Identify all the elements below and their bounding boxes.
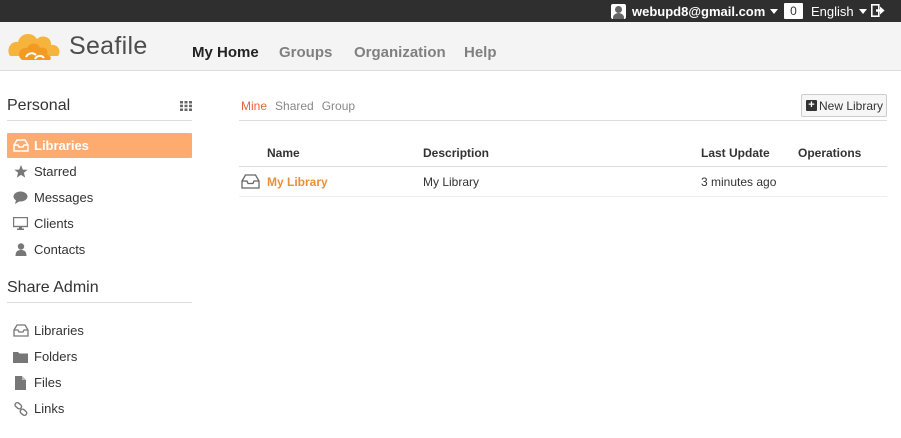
column-header-last-update[interactable]: Last Update xyxy=(701,146,770,160)
sidebar-item-clients[interactable]: Clients xyxy=(7,211,192,236)
nav-groups[interactable]: Groups xyxy=(279,44,332,61)
user-icon xyxy=(12,242,29,257)
sidebar-item-label: Files xyxy=(34,375,62,390)
library-icon xyxy=(241,174,260,189)
grid-icon[interactable] xyxy=(180,101,192,111)
nav-my-home[interactable]: My Home xyxy=(192,44,259,61)
sidebar-item-label: Contacts xyxy=(34,242,86,257)
divider xyxy=(239,196,887,197)
nav-help[interactable]: Help xyxy=(464,44,497,61)
sidebar-item-starred[interactable]: Starred xyxy=(7,159,192,184)
star-icon xyxy=(12,164,29,179)
column-header-operations: Operations xyxy=(798,146,862,160)
nav-organization[interactable]: Organization xyxy=(354,44,446,61)
sidebar-item-label: Starred xyxy=(34,164,77,179)
notification-count-badge[interactable]: 0 xyxy=(784,3,803,19)
divider xyxy=(7,120,192,121)
avatar-icon xyxy=(611,3,626,19)
new-library-label: New Library xyxy=(819,98,884,113)
personal-section-title: Personal xyxy=(7,97,71,114)
sidebar-item-messages[interactable]: Messages xyxy=(7,185,192,210)
sidebar-item-contacts[interactable]: Contacts xyxy=(7,237,192,262)
tab-mine[interactable]: Mine xyxy=(241,99,267,113)
divider xyxy=(239,120,887,121)
tab-group[interactable]: Group xyxy=(322,99,355,113)
monitor-icon xyxy=(12,216,29,231)
library-icon xyxy=(12,323,29,338)
library-icon xyxy=(12,138,29,153)
header: Seafile My Home Groups Organization Help xyxy=(0,22,901,71)
logout-icon[interactable] xyxy=(871,4,885,17)
sidebar-item-label: Links xyxy=(34,401,65,416)
column-header-description: Description xyxy=(423,146,490,160)
column-header-name[interactable]: Name xyxy=(267,146,300,160)
plus-icon: + xyxy=(806,100,817,111)
sidebar-item-label: Libraries xyxy=(34,138,89,153)
seafile-logo-icon xyxy=(8,33,60,60)
library-description: My Library xyxy=(423,175,480,189)
sidebar-item-label: Folders xyxy=(34,349,78,364)
divider xyxy=(7,302,192,303)
library-last-update: 3 minutes ago xyxy=(701,175,777,189)
chevron-down-icon xyxy=(858,8,867,14)
sidebar-item-label: Libraries xyxy=(34,323,84,338)
divider xyxy=(239,166,887,167)
share-admin-section-title: Share Admin xyxy=(7,279,99,296)
language-label: English xyxy=(811,3,854,19)
link-icon xyxy=(12,401,29,416)
new-library-button[interactable]: + New Library xyxy=(801,94,887,117)
brand-name: Seafile xyxy=(69,31,148,60)
library-name-link[interactable]: My Library xyxy=(267,175,328,189)
chat-bubble-icon xyxy=(12,190,29,205)
sidebar-item-label: Clients xyxy=(34,216,74,231)
folder-icon xyxy=(12,349,29,364)
sidebar-item-label: Messages xyxy=(34,190,94,205)
tab-shared[interactable]: Shared xyxy=(275,99,314,113)
user-email: webupd8@gmail.com xyxy=(632,3,766,19)
top-bar: webupd8@gmail.com 0 English xyxy=(0,0,901,22)
user-menu[interactable]: webupd8@gmail.com xyxy=(611,2,779,20)
library-tabs: Mine Shared Group xyxy=(241,99,355,113)
sidebar-item-links[interactable]: Links xyxy=(7,396,192,421)
sidebar-item-files[interactable]: Files xyxy=(7,370,192,395)
sidebar-item-share-libraries[interactable]: Libraries xyxy=(7,318,192,343)
sidebar-item-folders[interactable]: Folders xyxy=(7,344,192,369)
language-selector[interactable]: English xyxy=(811,2,867,20)
seafile-logo[interactable]: Seafile xyxy=(6,27,156,65)
chevron-down-icon xyxy=(770,8,779,14)
sidebar-item-libraries[interactable]: Libraries xyxy=(7,133,192,158)
file-icon xyxy=(12,375,29,390)
